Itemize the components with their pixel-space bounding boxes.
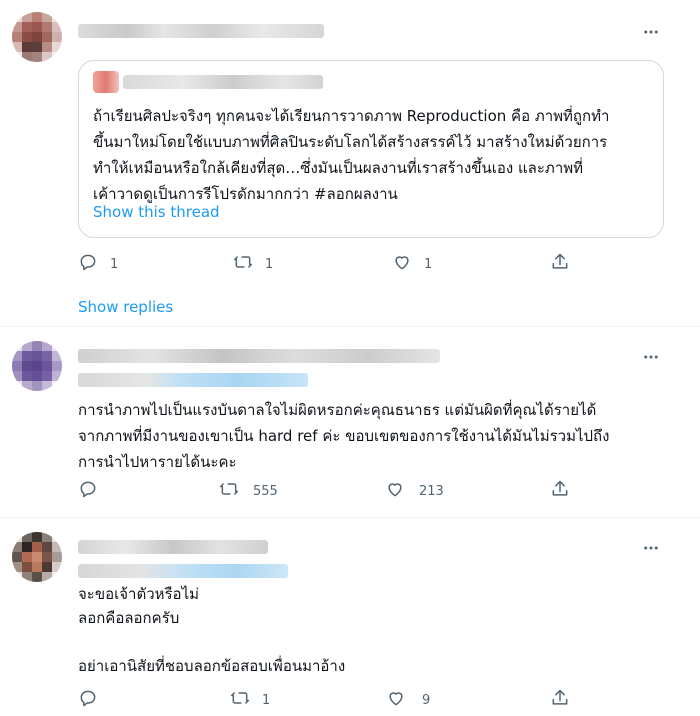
show-replies-link[interactable]: Show replies: [78, 298, 173, 316]
retweet-button[interactable]: 555: [219, 479, 278, 503]
reply-button[interactable]: [78, 688, 110, 712]
author-name-redacted[interactable]: [78, 540, 268, 554]
tweet-text: การนำภาพไปเป็นแรงบันดาลใจไม่ผิดหรอกค่ะคุ…: [78, 397, 678, 475]
reply-button[interactable]: 1: [78, 252, 118, 276]
like-button[interactable]: 213: [385, 479, 444, 503]
reply-count: 1: [110, 256, 119, 272]
share-icon: [550, 252, 570, 276]
avatar[interactable]: [12, 12, 62, 62]
reply-icon: [78, 688, 98, 712]
avatar[interactable]: [12, 532, 62, 582]
heart-icon: [386, 688, 406, 712]
tweet-text: จะขอเจ้าตัวหรือไม่ ลอกคือลอกครับ อย่าเอา…: [78, 582, 678, 678]
reply-button[interactable]: [78, 479, 110, 503]
like-count: 9: [422, 692, 431, 708]
like-count: 213: [419, 483, 444, 499]
tweet-1[interactable]: ถ้าเรียนศิลปะจริงๆ ทุกคนจะได้เรียนการวาด…: [0, 0, 700, 326]
quoted-text-line: ถ้าเรียนศิลปะจริงๆ ทุกคนจะได้เรียนการวาด…: [93, 107, 610, 125]
reply-icon: [78, 252, 98, 276]
tweet-text-line: ลอกคือลอกครับ: [78, 609, 180, 627]
like-button[interactable]: 9: [386, 688, 430, 712]
retweet-icon: [233, 252, 253, 276]
quoted-author-redacted: [123, 75, 323, 89]
tweet-text-line: จากภาพที่มีงานของเขาเป็น hard ref ค่ะ ขอ…: [78, 427, 610, 445]
reply-icon: [78, 479, 98, 503]
show-this-thread-link[interactable]: Show this thread: [93, 203, 220, 221]
tweet-3[interactable]: จะขอเจ้าตัวหรือไม่ ลอกคือลอกครับ อย่าเอา…: [0, 518, 700, 716]
quoted-text-line: ขึ้นมาใหม่โดยใช้แบบภาพที่ศิลปินระดับโลกไ…: [93, 133, 608, 151]
reply-context-redacted[interactable]: [78, 373, 308, 387]
retweet-count: 1: [265, 256, 274, 272]
retweet-button[interactable]: 1: [230, 688, 270, 712]
share-button[interactable]: [550, 688, 570, 712]
author-name-redacted[interactable]: [78, 349, 440, 363]
retweet-button[interactable]: 1: [233, 252, 273, 276]
retweet-icon: [230, 688, 250, 712]
quoted-tweet-text: ถ้าเรียนศิลปะจริงๆ ทุกคนจะได้เรียนการวาด…: [93, 103, 663, 207]
like-count: 1: [424, 256, 433, 272]
share-button[interactable]: [550, 252, 570, 276]
heart-icon: [385, 479, 405, 503]
tweet-text-line: การนำภาพไปเป็นแรงบันดาลใจไม่ผิดหรอกค่ะคุ…: [78, 401, 597, 419]
more-options-icon[interactable]: [641, 22, 661, 42]
share-icon: [550, 479, 570, 503]
reply-context-redacted[interactable]: [78, 564, 288, 578]
tweet-text-line: การนำไปหารายได้นะคะ: [78, 453, 237, 471]
share-icon: [550, 688, 570, 712]
retweet-count: 1: [262, 692, 271, 708]
more-options-icon[interactable]: [641, 538, 661, 558]
more-options-icon[interactable]: [641, 347, 661, 367]
avatar[interactable]: [12, 341, 62, 391]
quoted-avatar-redacted: [93, 71, 119, 93]
quoted-tweet[interactable]: ถ้าเรียนศิลปะจริงๆ ทุกคนจะได้เรียนการวาด…: [78, 60, 664, 238]
tweet-text-line: จะขอเจ้าตัวหรือไม่: [78, 585, 199, 603]
share-button[interactable]: [550, 479, 570, 503]
quoted-text-line: ทำให้เหมือนหรือใกล้เคียงที่สุด…ซึ่งมันเป…: [93, 159, 584, 177]
retweet-count: 555: [253, 483, 278, 499]
like-button[interactable]: 1: [392, 252, 432, 276]
author-name-redacted[interactable]: [78, 24, 324, 38]
heart-icon: [392, 252, 412, 276]
retweet-icon: [219, 479, 239, 503]
tweet-text-line: อย่าเอานิสัยที่ชอบลอกข้อสอบเพื่อนมาอ้าง: [78, 657, 346, 675]
tweet-2[interactable]: การนำภาพไปเป็นแรงบันดาลใจไม่ผิดหรอกค่ะคุ…: [0, 327, 700, 517]
